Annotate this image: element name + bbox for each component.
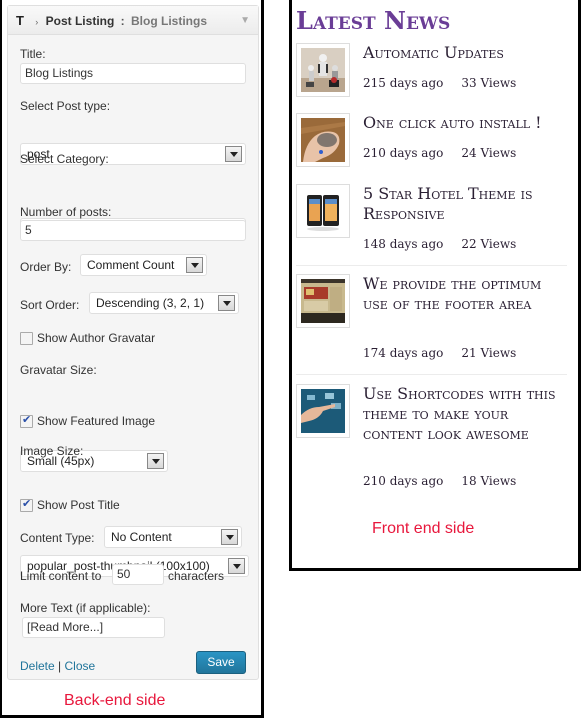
show-author-gravatar-row[interactable]: Show Author Gravatar — [20, 331, 156, 346]
dropdown-arrow-icon[interactable] — [228, 558, 245, 574]
widget-instance-title: Blog Listings — [131, 14, 207, 28]
sort-order-value: Descending (3, 2, 1) — [96, 296, 205, 310]
num-posts-input[interactable]: 5 — [20, 220, 246, 241]
post-views: 21 Views — [461, 346, 517, 360]
news-headline-link[interactable]: Automatic Updates — [363, 43, 568, 63]
news-headline-link[interactable]: Use Shortcodes with this theme to make y… — [363, 384, 568, 444]
chevron-right-icon: › — [35, 17, 39, 27]
more-text-label: More Text (if applicable): — [20, 601, 151, 615]
gravatar-size-label: Gravatar Size: — [20, 363, 97, 377]
post-views: 18 Views — [461, 474, 517, 488]
news-headline-link[interactable]: One click auto install ! — [363, 113, 568, 133]
save-button[interactable]: Save — [196, 651, 246, 674]
post-age: 215 days ago — [363, 76, 444, 90]
title-input[interactable]: Blog Listings — [20, 63, 246, 84]
content-type-value: No Content — [111, 530, 172, 544]
post-thumbnail[interactable] — [296, 384, 350, 438]
news-item: Automatic Updates 215 days ago 33 Views — [296, 43, 568, 103]
show-featured-image-label: Show Featured Image — [37, 414, 156, 428]
news-meta: 210 days ago 18 Views — [363, 474, 516, 488]
sort-order-label: Sort Order: — [20, 298, 80, 312]
news-meta: 148 days ago 22 Views — [363, 237, 516, 251]
divider — [296, 374, 567, 375]
widget-header[interactable]: T › Post Listing : Blog Listings ▼ — [8, 6, 258, 35]
order-by-label: Order By: — [20, 260, 72, 274]
delete-link[interactable]: Delete — [20, 659, 55, 673]
post-type-label: Select Post type: — [20, 99, 111, 113]
show-author-gravatar-checkbox[interactable] — [20, 332, 33, 346]
phones-photo-icon — [301, 189, 345, 233]
news-item: 5 Star Hotel Theme is Responsive 148 day… — [296, 184, 568, 254]
news-item: We provide the optimum use of the footer… — [296, 274, 568, 364]
widget-control-links: Delete | Close — [20, 659, 95, 673]
limit-content-suffix: characters — [168, 569, 225, 583]
news-meta: 215 days ago 33 Views — [363, 76, 516, 90]
frontend-caption: Front end side — [372, 520, 475, 537]
hand-mouse-photo-icon — [301, 118, 345, 162]
limit-content-label: Limit content to — [20, 569, 102, 583]
latest-news-heading: Latest News — [296, 6, 451, 35]
news-meta: 174 days ago 21 Views — [363, 346, 516, 360]
show-post-title-checkbox[interactable] — [20, 497, 33, 513]
collapse-arrow-icon[interactable]: ▼ — [240, 6, 250, 35]
dropdown-arrow-icon[interactable] — [225, 146, 242, 162]
post-views: 22 Views — [461, 237, 517, 251]
dropdown-arrow-icon[interactable] — [186, 257, 203, 273]
post-age: 210 days ago — [363, 146, 444, 160]
news-meta: 210 days ago 24 Views — [363, 146, 516, 160]
news-item: Use Shortcodes with this theme to make y… — [296, 384, 568, 494]
dropdown-arrow-icon[interactable] — [218, 295, 235, 311]
post-thumbnail[interactable] — [296, 43, 350, 97]
robots-photo-icon — [301, 48, 345, 92]
show-post-title-row[interactable]: Show Post Title — [20, 497, 120, 513]
show-featured-image-checkbox[interactable] — [20, 413, 33, 429]
more-text-input[interactable]: [Read More...] — [22, 617, 165, 638]
post-age: 210 days ago — [363, 474, 444, 488]
post-age: 148 days ago — [363, 237, 444, 251]
post-views: 24 Views — [461, 146, 517, 160]
title-label: Title: — [20, 47, 46, 61]
post-views: 33 Views — [461, 76, 517, 90]
image-size-label: Image Size: — [20, 444, 84, 458]
backend-panel: T › Post Listing : Blog Listings ▼ Title… — [0, 0, 264, 718]
limit-content-input[interactable]: 50 — [112, 564, 164, 585]
content-type-label: Content Type: — [20, 531, 95, 545]
order-by-select[interactable]: Comment Count — [80, 254, 207, 276]
website-screenshot-icon — [301, 279, 345, 323]
sort-order-select[interactable]: Descending (3, 2, 1) — [89, 292, 239, 314]
post-age: 174 days ago — [363, 346, 444, 360]
show-post-title-label: Show Post Title — [37, 498, 120, 512]
backend-caption: Back-end side — [64, 692, 166, 709]
content-type-select[interactable]: No Content — [104, 526, 242, 548]
category-label: Select Category: — [20, 152, 109, 166]
news-headline-link[interactable]: We provide the optimum use of the footer… — [363, 274, 568, 314]
widget-name: Post Listing — [45, 14, 115, 28]
show-featured-image-row[interactable]: Show Featured Image — [20, 413, 156, 429]
dropdown-arrow-icon[interactable] — [221, 529, 238, 545]
post-thumbnail[interactable] — [296, 113, 350, 167]
dropdown-arrow-icon[interactable] — [147, 453, 164, 469]
widget-prefix: T — [16, 13, 24, 28]
news-item: One click auto install ! 210 days ago 24 … — [296, 113, 568, 173]
num-posts-label: Number of posts: — [20, 205, 112, 219]
show-author-gravatar-label: Show Author Gravatar — [37, 331, 156, 345]
widget-form: T › Post Listing : Blog Listings ▼ Title… — [7, 5, 259, 680]
divider — [296, 265, 567, 266]
news-headline-link[interactable]: 5 Star Hotel Theme is Responsive — [363, 184, 568, 224]
link-separator: | — [58, 659, 62, 673]
touch-screen-photo-icon — [301, 389, 345, 433]
header-colon: : — [120, 14, 125, 28]
order-by-value: Comment Count — [87, 258, 175, 272]
close-link[interactable]: Close — [65, 659, 96, 673]
post-thumbnail[interactable] — [296, 274, 350, 328]
post-thumbnail[interactable] — [296, 184, 350, 238]
